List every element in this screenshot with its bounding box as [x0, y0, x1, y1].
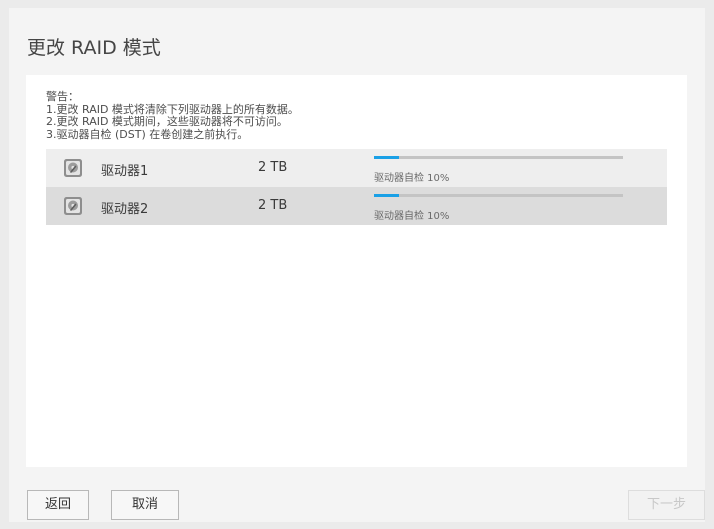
- dst-status-text: 驱动器自检 10%: [374, 211, 450, 222]
- back-button[interactable]: 返回: [27, 490, 89, 520]
- warning-line-2: 2.更改 RAID 模式期间，这些驱动器将不可访问。: [46, 115, 288, 128]
- drive-row-1: 驱动器1 2 TB 驱动器自检 10%: [46, 149, 667, 187]
- dialog-title: 更改 RAID 模式: [27, 37, 161, 59]
- drive-row-2: 驱动器2 2 TB 驱动器自检 10%: [46, 187, 667, 225]
- cancel-button[interactable]: 取消: [111, 490, 179, 520]
- dialog-footer: 返回 取消 下一步: [9, 475, 705, 522]
- drive-size: 2 TB: [258, 198, 288, 213]
- hard-drive-icon: [63, 196, 83, 216]
- dst-progress-fill: [374, 156, 399, 159]
- change-raid-dialog: 更改 RAID 模式 警告： 1.更改 RAID 模式将清除下列驱动器上的所有数…: [9, 8, 705, 522]
- warning-line-3: 3.驱动器自检 (DST) 在卷创建之前执行。: [46, 127, 249, 141]
- warning-block: 警告： 1.更改 RAID 模式将清除下列驱动器上的所有数据。 2.更改 RAI…: [46, 90, 299, 141]
- dst-status-text: 驱动器自检 10%: [374, 173, 450, 184]
- hard-drive-icon: [63, 158, 83, 178]
- content-panel: 警告： 1.更改 RAID 模式将清除下列驱动器上的所有数据。 2.更改 RAI…: [26, 75, 687, 467]
- dst-progress-bar: [374, 194, 623, 197]
- dst-progress-bar: [374, 156, 623, 159]
- next-button[interactable]: 下一步: [628, 490, 705, 520]
- drive-name: 驱动器2: [101, 202, 149, 217]
- dst-progress-fill: [374, 194, 399, 197]
- warning-heading: 警告：: [46, 90, 79, 103]
- drive-list: 驱动器1 2 TB 驱动器自检 10% 驱动器2 2 TB 驱动器自检 10%: [46, 149, 667, 225]
- drive-size: 2 TB: [258, 160, 288, 175]
- drive-name: 驱动器1: [101, 164, 149, 179]
